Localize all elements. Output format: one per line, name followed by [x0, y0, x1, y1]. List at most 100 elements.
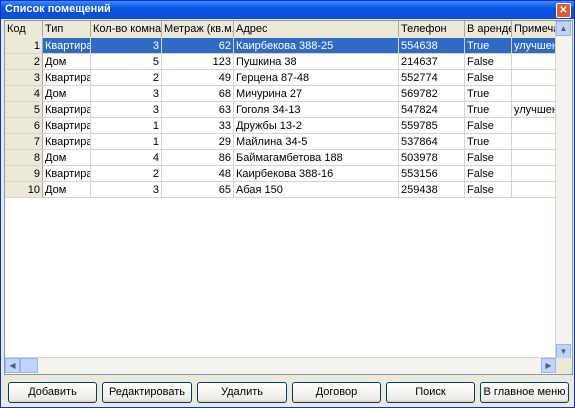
cell-rented[interactable]: False — [465, 166, 512, 182]
cell-phone[interactable]: 537864 — [399, 134, 465, 150]
cell-type[interactable]: Квартира — [43, 118, 91, 134]
cell-rented[interactable]: True — [465, 134, 512, 150]
add-button[interactable]: Добавить — [8, 382, 97, 403]
cell-rooms[interactable]: 3 — [91, 182, 162, 198]
cell-code[interactable]: 8 — [5, 150, 43, 166]
table-row[interactable]: 4 Дом 3 68 Мичурина 27 569782 True — [5, 86, 563, 102]
cell-code[interactable]: 3 — [5, 70, 43, 86]
cell-phone[interactable]: 569782 — [399, 86, 465, 102]
cell-address[interactable]: Майлина 34-5 — [234, 134, 399, 150]
contract-button[interactable]: Договор — [292, 382, 381, 403]
cell-rooms[interactable]: 1 — [91, 134, 162, 150]
column-header-code[interactable]: Код — [5, 21, 43, 37]
main-menu-button[interactable]: В главное меню — [480, 382, 569, 403]
cell-type[interactable]: Квартира — [43, 134, 91, 150]
column-header-rooms[interactable]: Кол-во комнат — [91, 21, 162, 37]
cell-phone[interactable]: 554638 — [399, 38, 465, 54]
column-header-rented[interactable]: В аренде — [465, 21, 512, 37]
cell-address[interactable]: Пушкина 38 — [234, 54, 399, 70]
cell-address[interactable]: Абая 150 — [234, 182, 399, 198]
cell-rooms[interactable]: 4 — [91, 150, 162, 166]
scroll-right-icon[interactable]: ▶ — [541, 358, 556, 373]
cell-phone[interactable]: 503978 — [399, 150, 465, 166]
table-row[interactable]: 8 Дом 4 86 Баймагамбетова 188 503978 False — [5, 150, 563, 166]
cell-code[interactable]: 6 — [5, 118, 43, 134]
cell-type[interactable]: Квартира — [43, 38, 91, 54]
table-row[interactable]: 6 Квартира 1 33 Дружбы 13-2 559785 False — [5, 118, 563, 134]
cell-rooms[interactable]: 1 — [91, 118, 162, 134]
cell-address[interactable]: Дружбы 13-2 — [234, 118, 399, 134]
cell-area[interactable]: 62 — [162, 38, 234, 54]
table-row[interactable]: 7 Квартира 1 29 Майлина 34-5 537864 True — [5, 134, 563, 150]
cell-area[interactable]: 29 — [162, 134, 234, 150]
cell-rented[interactable]: False — [465, 54, 512, 70]
cell-phone[interactable]: 559785 — [399, 118, 465, 134]
cell-type[interactable]: Дом — [43, 182, 91, 198]
cell-address[interactable]: Гоголя 34-13 — [234, 102, 399, 118]
table-row[interactable]: 5 Квартира 3 63 Гоголя 34-13 547824 True улучше… — [5, 102, 563, 118]
cell-rented[interactable]: False — [465, 118, 512, 134]
cell-code[interactable]: 5 — [5, 102, 43, 118]
cell-phone[interactable]: 214637 — [399, 54, 465, 70]
cell-rooms[interactable]: 3 — [91, 86, 162, 102]
cell-type[interactable]: Квартира — [43, 102, 91, 118]
cell-code[interactable]: 1 — [5, 38, 43, 54]
cell-rooms[interactable]: 2 — [91, 70, 162, 86]
cell-rooms[interactable]: 2 — [91, 166, 162, 182]
horizontal-scrollbar[interactable]: ◀ ▶ — [5, 357, 556, 374]
cell-type[interactable]: Дом — [43, 150, 91, 166]
column-header-phone[interactable]: Телефон — [399, 21, 465, 37]
cell-phone[interactable]: 553156 — [399, 166, 465, 182]
search-button[interactable]: Поиск — [386, 382, 475, 403]
cell-code[interactable]: 2 — [5, 54, 43, 70]
edit-button[interactable]: Редактировать — [102, 382, 192, 403]
data-grid[interactable]: Код Тип Кол-во комнат Метраж (кв.м.) Адр… — [4, 20, 573, 375]
cell-rented[interactable]: True — [465, 38, 512, 54]
cell-rooms[interactable]: 3 — [91, 102, 162, 118]
title-bar[interactable]: Список помещений ✕ — [1, 1, 574, 19]
cell-rented[interactable]: False — [465, 150, 512, 166]
cell-rooms[interactable]: 3 — [91, 38, 162, 54]
scroll-left-icon[interactable]: ◀ — [5, 358, 20, 373]
cell-address[interactable]: Баймагамбетова 188 — [234, 150, 399, 166]
cell-rented[interactable]: False — [465, 70, 512, 86]
column-header-type[interactable]: Тип — [43, 21, 91, 37]
cell-rented[interactable]: False — [465, 182, 512, 198]
cell-type[interactable]: Дом — [43, 54, 91, 70]
cell-area[interactable]: 48 — [162, 166, 234, 182]
cell-address[interactable]: Каирбекова 388-25 — [234, 38, 399, 54]
table-row[interactable]: 10 Дом 3 65 Абая 150 259438 False — [5, 182, 563, 198]
table-row[interactable]: 9 Квартира 2 48 Каирбекова 388-16 553156 False — [5, 166, 563, 182]
cell-type[interactable]: Квартира — [43, 166, 91, 182]
scroll-up-icon[interactable]: ▲ — [556, 21, 571, 36]
table-row[interactable]: 3 Квартира 2 49 Герцена 87-48 552774 False — [5, 70, 563, 86]
cell-rented[interactable]: True — [465, 86, 512, 102]
vertical-scrollbar[interactable]: ▲ ▼ — [555, 21, 572, 359]
cell-phone[interactable]: 552774 — [399, 70, 465, 86]
cell-type[interactable]: Квартира — [43, 70, 91, 86]
cell-rooms[interactable]: 5 — [91, 54, 162, 70]
table-row[interactable]: 1 Квартира 3 62 Каирбекова 388-25 554638 True у… — [5, 38, 563, 54]
cell-area[interactable]: 33 — [162, 118, 234, 134]
cell-rented[interactable]: True — [465, 102, 512, 118]
cell-area[interactable]: 86 — [162, 150, 234, 166]
cell-area[interactable]: 123 — [162, 54, 234, 70]
cell-area[interactable]: 63 — [162, 102, 234, 118]
close-icon[interactable]: ✕ — [556, 3, 571, 18]
horizontal-scroll-thumb[interactable] — [20, 358, 38, 373]
cell-code[interactable]: 7 — [5, 134, 43, 150]
delete-button[interactable]: Удалить — [197, 382, 287, 403]
cell-code[interactable]: 9 — [5, 166, 43, 182]
cell-area[interactable]: 68 — [162, 86, 234, 102]
cell-phone[interactable]: 259438 — [399, 182, 465, 198]
cell-code[interactable]: 4 — [5, 86, 43, 102]
column-header-address[interactable]: Адрес — [234, 21, 399, 37]
cell-phone[interactable]: 547824 — [399, 102, 465, 118]
cell-address[interactable]: Мичурина 27 — [234, 86, 399, 102]
cell-area[interactable]: 65 — [162, 182, 234, 198]
cell-type[interactable]: Дом — [43, 86, 91, 102]
column-header-area[interactable]: Метраж (кв.м.) — [162, 21, 234, 37]
cell-code[interactable]: 10 — [5, 182, 43, 198]
scroll-down-icon[interactable]: ▼ — [556, 344, 571, 359]
cell-address[interactable]: Каирбекова 388-16 — [234, 166, 399, 182]
